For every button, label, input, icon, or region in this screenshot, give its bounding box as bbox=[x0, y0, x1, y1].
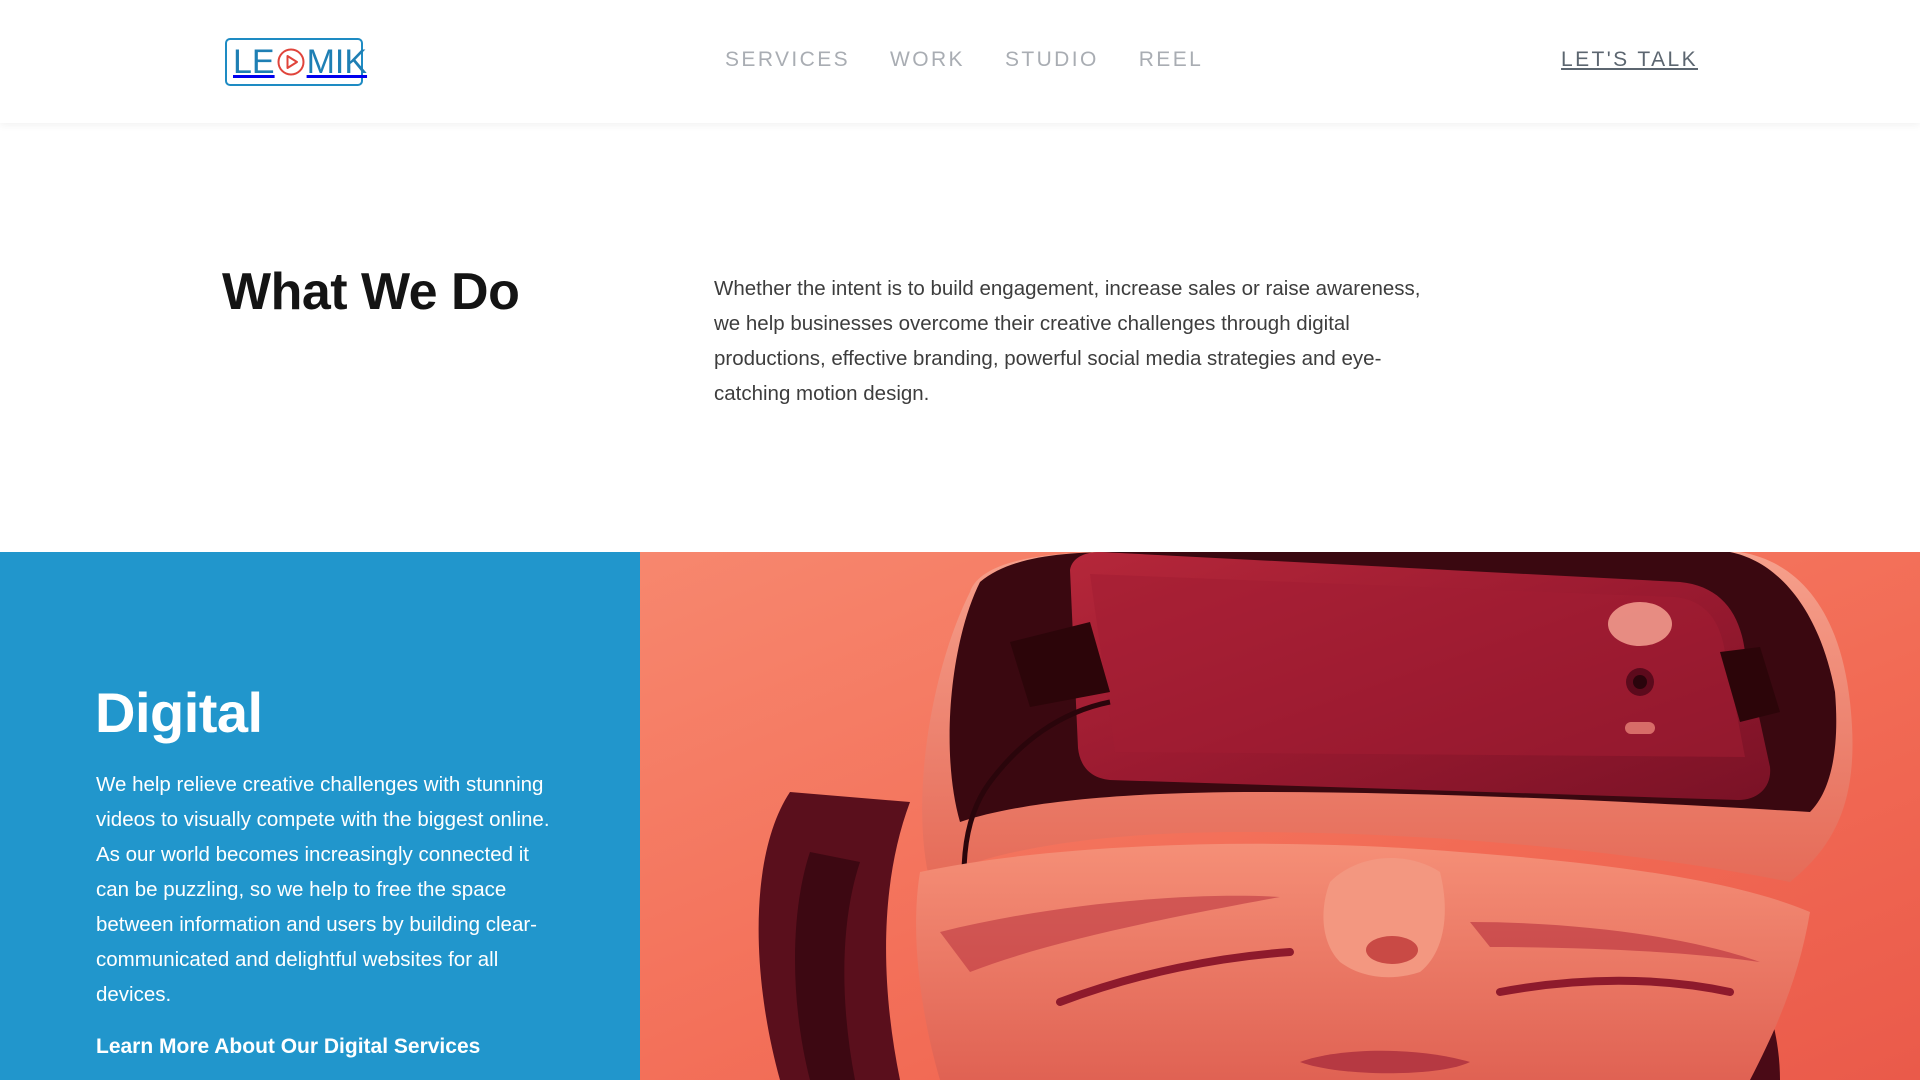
what-we-do-body: Whether the intent is to build engagemen… bbox=[714, 277, 1421, 405]
digital-services-link[interactable]: Learn More About Our Digital Services bbox=[96, 1035, 480, 1059]
logo[interactable]: LE MIK bbox=[225, 38, 367, 86]
logo-text-left: LE bbox=[233, 43, 275, 81]
vr-headset-illustration bbox=[640, 552, 1920, 1080]
play-icon bbox=[277, 48, 305, 76]
logo-text-right: MIK bbox=[306, 43, 368, 81]
digital-body: We help relieve creative challenges with… bbox=[96, 773, 550, 1006]
digital-title: Digital bbox=[95, 681, 263, 744]
digital-panel: Digital We help relieve creative challen… bbox=[0, 552, 640, 1080]
nav-item-reel[interactable]: REEL bbox=[1139, 48, 1203, 72]
what-we-do-heading: What We Do bbox=[222, 263, 520, 321]
logo-wordmark: LE MIK bbox=[233, 45, 367, 79]
nav-item-services[interactable]: SERVICES bbox=[725, 48, 850, 72]
main-nav: SERVICES WORK STUDIO REEL bbox=[725, 48, 1203, 72]
vr-headset-image bbox=[640, 552, 1920, 1080]
nav-item-studio[interactable]: STUDIO bbox=[1005, 48, 1099, 72]
lets-talk-button[interactable]: LET'S TALK bbox=[1561, 48, 1698, 72]
site-header: LE MIK SERVICES WORK STUDIO REEL LET'S T… bbox=[0, 0, 1920, 123]
nav-item-work[interactable]: WORK bbox=[890, 48, 965, 72]
